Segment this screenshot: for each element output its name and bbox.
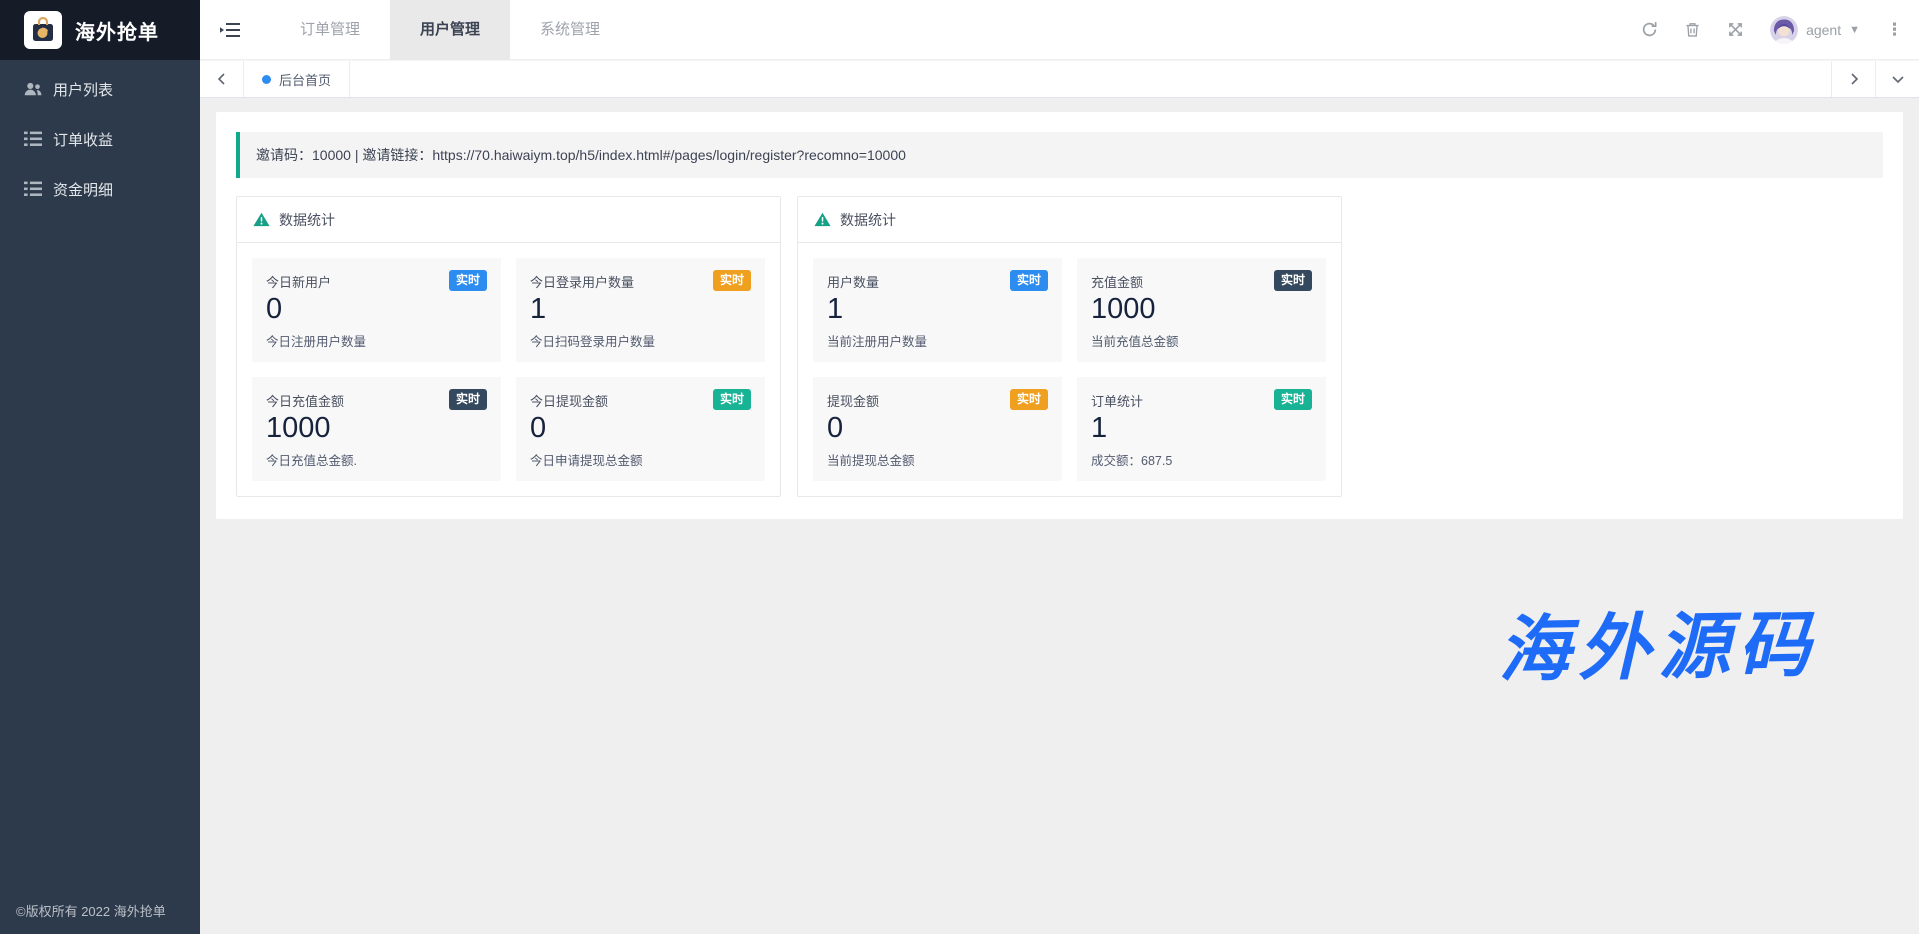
stat-panel-header: 数据统计 [237,197,780,243]
invite-banner: 邀请码：10000 | 邀请链接：https://70.haiwaiym.top… [236,132,1883,178]
app-logo-icon [24,11,62,49]
watermark-text: 海外源码 [1497,585,1819,696]
card-value: 0 [266,292,487,327]
chevron-left-icon [216,73,228,85]
top-nav-user-management[interactable]: 用户管理 [390,0,510,60]
realtime-badge: 实时 [713,270,751,291]
stat-card-user-count: 用户数量 实时 1 当前注册用户数量 [813,258,1062,362]
realtime-badge: 实时 [713,389,751,410]
topbar-actions: agent ▼ ⋮ [1641,16,1919,44]
user-name: agent [1806,22,1841,38]
card-label: 提现金额 [827,389,879,410]
active-tab-dot [262,75,271,84]
users-icon [24,81,42,97]
realtime-badge: 实时 [449,270,487,291]
stat-card-new-users-today: 今日新用户 实时 0 今日注册用户数量 [252,258,501,362]
tabs-scroll-right-button[interactable] [1831,61,1875,97]
card-subtitle: 今日申请提现总金额 [530,450,751,469]
stat-card-order-stats: 订单统计 实时 1 成交额：687.5 [1077,377,1326,481]
tab-dashboard-home[interactable]: 后台首页 [244,61,350,97]
realtime-badge: 实时 [1274,389,1312,410]
warning-icon [253,212,270,227]
realtime-badge: 实时 [449,389,487,410]
stat-panel-header: 数据统计 [798,197,1341,243]
more-options-icon[interactable]: ⋮ [1886,21,1903,38]
warning-icon [814,212,831,227]
top-nav-order-management[interactable]: 订单管理 [270,0,390,60]
sidebar-item-user-list[interactable]: 用户列表 [0,64,200,114]
app-title: 海外抢单 [75,16,159,45]
card-subtitle: 今日扫码登录用户数量 [530,331,751,350]
stat-panel-today: 数据统计 今日新用户 实时 0 今日注册用户数量 今日登录用户数量 实时 [236,196,781,497]
sidebar-item-label: 资金明细 [53,179,113,200]
card-label: 订单统计 [1091,389,1143,410]
card-label: 用户数量 [827,270,879,291]
refresh-icon[interactable] [1641,21,1658,38]
card-value: 1000 [1091,292,1312,327]
copyright-text: ©版权所有 2022 海外抢单 [16,901,166,920]
page-tabbar: 后台首页 [200,60,1919,98]
sidebar-menu: 用户列表 订单收益 资金明细 [0,60,200,214]
stat-card-withdraw-today: 今日提现金额 实时 0 今日申请提现总金额 [516,377,765,481]
panel-title: 数据统计 [840,210,896,230]
card-value: 1 [530,292,751,327]
sidebar: 海外抢单 用户列表 订单收益 资金明细 [0,0,200,934]
trash-icon[interactable] [1684,21,1701,38]
card-label: 今日充值金额 [266,389,344,410]
tabs-scroll-left-button[interactable] [200,61,244,97]
stat-card-recharge-total: 充值金额 实时 1000 当前充值总金额 [1077,258,1326,362]
card-value: 1000 [266,411,487,446]
card-value: 0 [530,411,751,446]
card-value: 1 [1091,411,1312,446]
card-label: 今日提现金额 [530,389,608,410]
invite-banner-text: 邀请码：10000 | 邀请链接：https://70.haiwaiym.top… [256,145,906,165]
sidebar-item-label: 用户列表 [53,79,113,100]
topbar: 订单管理 用户管理 系统管理 agent ▼ [200,0,1919,60]
avatar [1770,16,1798,44]
cards-grid: 今日新用户 实时 0 今日注册用户数量 今日登录用户数量 实时 1 今日扫码登录… [237,243,780,496]
sidebar-item-label: 订单收益 [53,129,113,150]
list-icon [24,181,42,197]
sidebar-item-fund-details[interactable]: 资金明细 [0,164,200,214]
fullscreen-icon[interactable] [1727,21,1744,38]
card-subtitle: 当前充值总金额 [1091,331,1312,350]
menu-fold-button[interactable] [200,0,260,60]
stat-panels-row: 数据统计 今日新用户 实时 0 今日注册用户数量 今日登录用户数量 实时 [216,196,1903,519]
list-icon [24,131,42,147]
card-label: 今日登录用户数量 [530,270,634,291]
card-subtitle: 今日注册用户数量 [266,331,487,350]
top-nav: 订单管理 用户管理 系统管理 [270,0,630,60]
realtime-badge: 实时 [1274,270,1312,291]
chevron-down-icon: ▼ [1849,24,1860,36]
stat-card-logins-today: 今日登录用户数量 实时 1 今日扫码登录用户数量 [516,258,765,362]
top-nav-system-management[interactable]: 系统管理 [510,0,630,60]
stat-panel-total: 数据统计 用户数量 实时 1 当前注册用户数量 充值金额 实时 1000 [797,196,1342,497]
card-value: 1 [827,292,1048,327]
logo-bar: 海外抢单 [0,0,200,60]
card-value: 0 [827,411,1048,446]
tabs-menu-button[interactable] [1875,61,1919,97]
main-content: 邀请码：10000 | 邀请链接：https://70.haiwaiym.top… [216,112,1903,519]
chevron-right-icon [1848,73,1860,85]
card-subtitle: 今日充值总金额. [266,450,487,469]
tab-label: 后台首页 [279,70,331,89]
tabbar-spacer [350,61,1831,97]
stat-card-recharge-today: 今日充值金额 实时 1000 今日充值总金额. [252,377,501,481]
card-label: 充值金额 [1091,270,1143,291]
card-subtitle: 当前注册用户数量 [827,331,1048,350]
cards-grid: 用户数量 实时 1 当前注册用户数量 充值金额 实时 1000 当前充值总金额 [798,243,1341,496]
user-menu[interactable]: agent ▼ [1770,16,1860,44]
card-label: 今日新用户 [266,270,331,291]
chevron-down-icon [1892,73,1904,85]
panel-title: 数据统计 [279,210,335,230]
card-subtitle: 当前提现总金额 [827,450,1048,469]
stat-card-withdraw-total: 提现金额 实时 0 当前提现总金额 [813,377,1062,481]
sidebar-item-order-income[interactable]: 订单收益 [0,114,200,164]
card-subtitle: 成交额：687.5 [1091,450,1312,469]
realtime-badge: 实时 [1010,270,1048,291]
realtime-badge: 实时 [1010,389,1048,410]
menu-fold-icon [220,21,240,39]
